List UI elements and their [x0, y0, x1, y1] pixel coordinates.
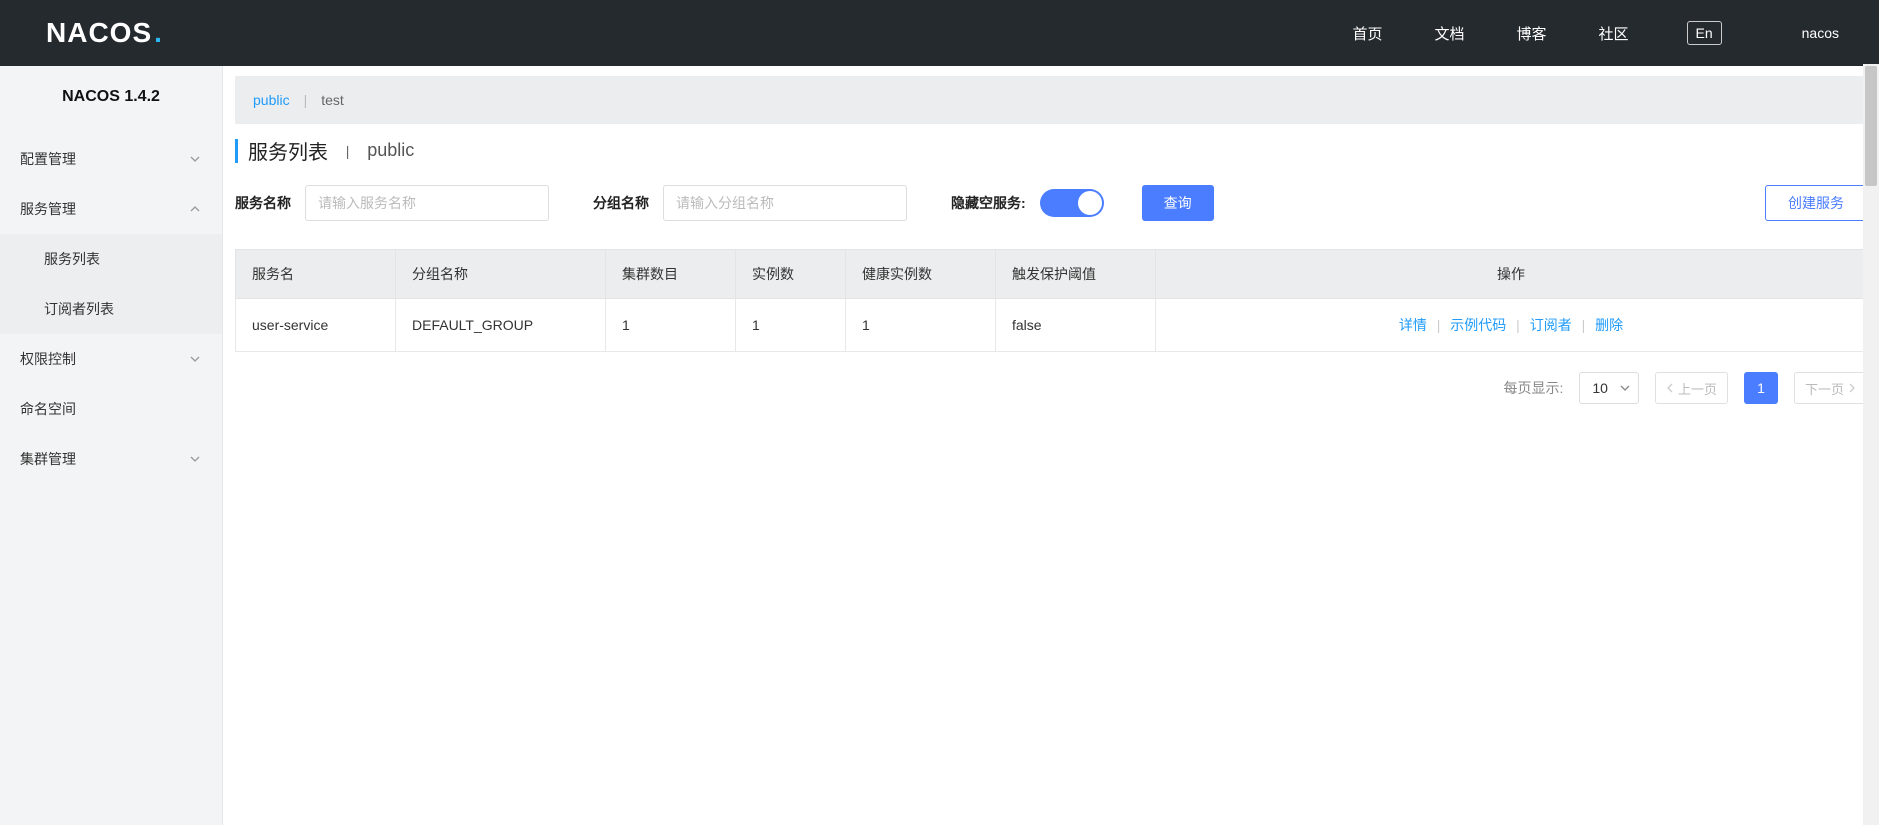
hide-empty-toggle[interactable] — [1040, 189, 1104, 217]
cell-clusters: 1 — [606, 299, 736, 352]
chevron-down-icon — [1620, 380, 1630, 396]
sidebar-item-label: 命名空间 — [20, 399, 76, 419]
sidebar-item-cluster-mgmt[interactable]: 集群管理 — [0, 434, 222, 484]
sidebar-item-service-mgmt[interactable]: 服务管理 — [0, 184, 222, 234]
nav-home[interactable]: 首页 — [1352, 23, 1382, 44]
col-clusters: 集群数目 — [606, 250, 736, 299]
group-name-input[interactable] — [663, 185, 907, 221]
col-threshold: 触发保护阈值 — [996, 250, 1156, 299]
cell-instances: 1 — [736, 299, 846, 352]
divider-icon: | — [338, 143, 357, 159]
service-name-label: 服务名称 — [235, 193, 291, 213]
per-page-label: 每页显示: — [1504, 378, 1564, 398]
logo-dot-icon: . — [154, 17, 162, 49]
sidebar-item-subscriber-list[interactable]: 订阅者列表 — [0, 284, 222, 334]
sidebar-item-label: 服务列表 — [44, 249, 100, 269]
cell-name: user-service — [236, 299, 396, 352]
per-page-select[interactable]: 10 — [1579, 372, 1639, 404]
user-name[interactable]: nacos — [1802, 25, 1839, 41]
lang-switch-button[interactable]: En — [1687, 21, 1722, 45]
op-subscribers-link[interactable]: 订阅者 — [1530, 317, 1572, 333]
sidebar-item-label: 集群管理 — [20, 449, 76, 469]
chevron-up-icon — [190, 204, 200, 214]
sidebar-item-label: 权限控制 — [20, 349, 76, 369]
create-service-button[interactable]: 创建服务 — [1765, 185, 1867, 221]
prev-page-button[interactable]: 上一页 — [1655, 372, 1728, 404]
divider-icon: | — [304, 92, 308, 108]
table-header-row: 服务名 分组名称 集群数目 实例数 健康实例数 触发保护阈值 操作 — [236, 250, 1867, 299]
chevron-down-icon — [190, 454, 200, 464]
namespace-tabs: public | test — [235, 76, 1867, 124]
pagination: 每页显示: 10 上一页 1 下一页 — [235, 372, 1867, 404]
title-accent-icon — [235, 139, 238, 163]
cell-group: DEFAULT_GROUP — [396, 299, 606, 352]
toggle-knob-icon — [1078, 191, 1102, 215]
version-label: NACOS 1.4.2 — [0, 66, 222, 134]
col-name: 服务名 — [236, 250, 396, 299]
divider-icon: | — [1582, 317, 1586, 333]
col-healthy: 健康实例数 — [846, 250, 996, 299]
sidebar-item-label: 配置管理 — [20, 149, 76, 169]
chevron-down-icon — [190, 354, 200, 364]
group-name-label: 分组名称 — [593, 193, 649, 213]
divider-icon: | — [1437, 317, 1441, 333]
logo-text: NACOS — [46, 17, 152, 49]
nav-blog[interactable]: 博客 — [1516, 23, 1546, 44]
search-row: 服务名称 分组名称 隐藏空服务: 查询 创建服务 — [235, 185, 1867, 221]
main-content: public | test 服务列表 | public 服务名称 分组名称 隐藏… — [223, 66, 1879, 825]
top-bar: NACOS. 首页 文档 博客 社区 En nacos — [0, 0, 1879, 66]
sidebar: NACOS 1.4.2 配置管理 服务管理 服务列表 订阅者列表 权限控制 命名… — [0, 66, 223, 825]
op-delete-link[interactable]: 删除 — [1595, 317, 1623, 333]
scrollbar-thumb-icon — [1865, 66, 1877, 186]
divider-icon: | — [1516, 317, 1520, 333]
col-instances: 实例数 — [736, 250, 846, 299]
col-ops: 操作 — [1156, 250, 1867, 299]
chevron-left-icon — [1666, 381, 1674, 396]
namespace-tab-public[interactable]: public — [253, 92, 290, 108]
page-title: 服务列表 — [248, 136, 328, 165]
sidebar-item-label: 服务管理 — [20, 199, 76, 219]
top-nav: 首页 文档 博客 社区 En nacos — [1352, 21, 1839, 45]
sidebar-item-service-list[interactable]: 服务列表 — [0, 234, 222, 284]
next-page-button[interactable]: 下一页 — [1794, 372, 1867, 404]
sidebar-item-label: 订阅者列表 — [44, 299, 114, 319]
service-table: 服务名 分组名称 集群数目 实例数 健康实例数 触发保护阈值 操作 user-s… — [235, 249, 1867, 352]
prev-page-label: 上一页 — [1678, 379, 1717, 398]
next-page-label: 下一页 — [1805, 379, 1844, 398]
sidebar-item-perm-control[interactable]: 权限控制 — [0, 334, 222, 384]
op-detail-link[interactable]: 详情 — [1399, 317, 1427, 333]
logo[interactable]: NACOS. — [46, 17, 162, 49]
per-page-value: 10 — [1592, 380, 1608, 396]
hide-empty-label: 隐藏空服务: — [951, 193, 1026, 213]
namespace-tab-test[interactable]: test — [321, 92, 344, 108]
sidebar-item-namespace[interactable]: 命名空间 — [0, 384, 222, 434]
col-group: 分组名称 — [396, 250, 606, 299]
page-number-current[interactable]: 1 — [1744, 372, 1778, 404]
page-title-row: 服务列表 | public — [235, 136, 1867, 165]
scrollbar[interactable] — [1863, 64, 1879, 825]
cell-healthy: 1 — [846, 299, 996, 352]
table-row: user-service DEFAULT_GROUP 1 1 1 false 详… — [236, 299, 1867, 352]
service-name-input[interactable] — [305, 185, 549, 221]
nav-community[interactable]: 社区 — [1599, 23, 1629, 44]
search-button[interactable]: 查询 — [1142, 185, 1214, 221]
op-sample-code-link[interactable]: 示例代码 — [1450, 317, 1506, 333]
cell-threshold: false — [996, 299, 1156, 352]
chevron-right-icon — [1848, 381, 1856, 396]
sidebar-item-config-mgmt[interactable]: 配置管理 — [0, 134, 222, 184]
page-title-namespace: public — [367, 140, 414, 161]
cell-ops: 详情 | 示例代码 | 订阅者 | 删除 — [1156, 299, 1867, 352]
nav-docs[interactable]: 文档 — [1434, 23, 1464, 44]
chevron-down-icon — [190, 154, 200, 164]
